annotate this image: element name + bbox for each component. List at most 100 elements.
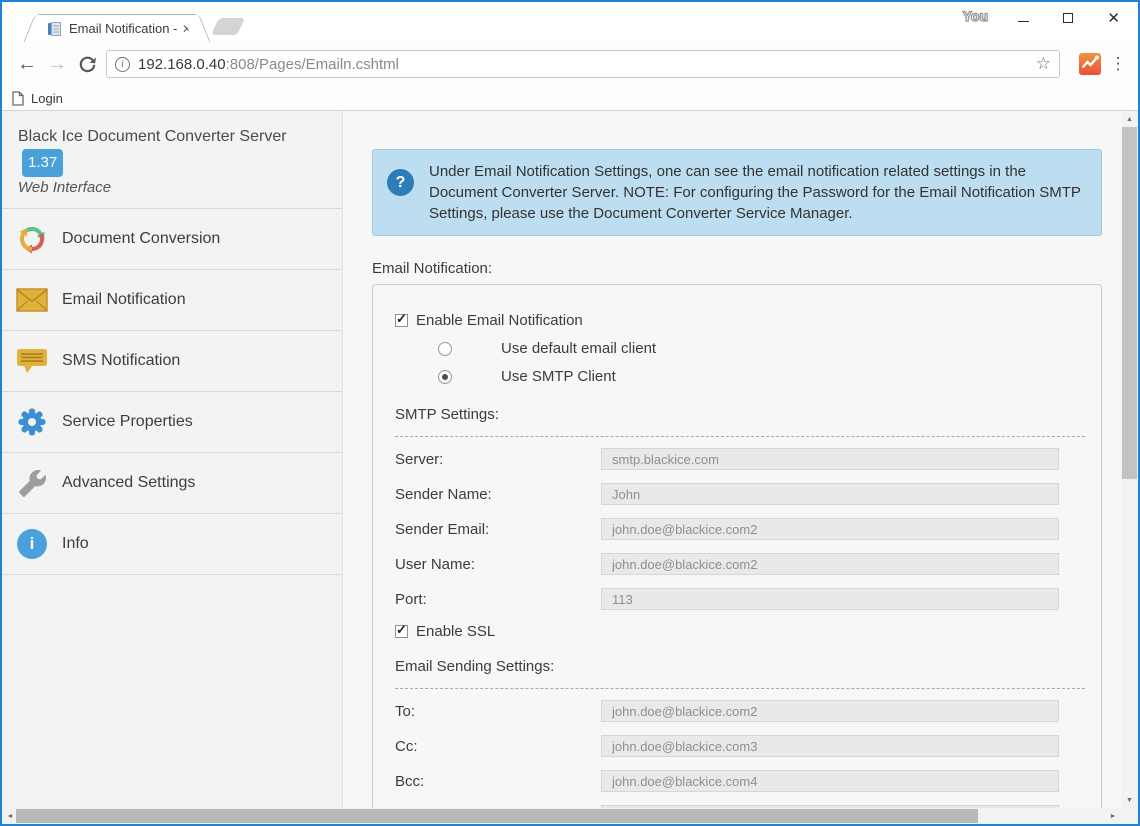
new-tab-button[interactable] bbox=[211, 18, 245, 35]
sidebar-item-label: Advanced Settings bbox=[62, 474, 195, 492]
page-icon bbox=[12, 91, 24, 106]
field-server: Server: bbox=[395, 448, 1077, 470]
field-label: Sender Name: bbox=[395, 486, 601, 503]
bookmark-login[interactable]: Login bbox=[12, 91, 63, 106]
bookmark-label: Login bbox=[31, 91, 63, 106]
bookmark-star-icon[interactable]: ☆ bbox=[1036, 54, 1051, 74]
field-cc: Cc: bbox=[395, 735, 1077, 757]
tab-favicon-icon bbox=[46, 21, 62, 37]
vertical-scrollbar[interactable]: ▲ ▼ bbox=[1121, 111, 1138, 808]
field-label: To: bbox=[395, 703, 601, 720]
radio-icon[interactable] bbox=[438, 370, 452, 384]
checkbox-icon[interactable] bbox=[395, 314, 408, 327]
sidebar-item-email-notification[interactable]: Email Notification bbox=[2, 270, 342, 331]
smtp-settings-heading: SMTP Settings: bbox=[395, 406, 1077, 423]
cc-input[interactable] bbox=[601, 735, 1059, 757]
info-box-text: Under Email Notification Settings, one c… bbox=[429, 163, 1081, 222]
sidebar-item-advanced-settings[interactable]: Advanced Settings bbox=[2, 453, 342, 514]
enable-ssl-checkbox[interactable]: Enable SSL bbox=[395, 623, 1077, 640]
radio-icon[interactable] bbox=[438, 342, 452, 356]
gear-icon bbox=[15, 406, 49, 438]
sidebar-item-sms-notification[interactable]: SMS Notification bbox=[2, 331, 342, 392]
field-label: User Name: bbox=[395, 556, 601, 573]
email-notification-panel: Enable Email Notification Use default em… bbox=[372, 284, 1102, 808]
chat-bubble-icon bbox=[15, 348, 49, 375]
field-sender-email: Sender Email: bbox=[395, 518, 1077, 540]
horizontal-scrollbar-thumb[interactable] bbox=[16, 809, 978, 823]
browser-window: Email Notification - Docu ✕ You ✕ ← → i … bbox=[0, 0, 1140, 826]
checkbox-label: Enable Email Notification bbox=[416, 312, 583, 329]
info-icon-glyph: i bbox=[17, 529, 47, 559]
sender-email-input[interactable] bbox=[601, 518, 1059, 540]
maximize-icon[interactable] bbox=[1063, 13, 1073, 23]
field-label: Bcc: bbox=[395, 773, 601, 790]
sidebar-item-label: Service Properties bbox=[62, 413, 193, 431]
field-to: To: bbox=[395, 700, 1077, 722]
to-input[interactable] bbox=[601, 700, 1059, 722]
close-icon[interactable]: ✕ bbox=[1107, 11, 1120, 26]
radio-default-email-client[interactable]: Use default email client bbox=[395, 340, 1077, 357]
app-subtitle: Web Interface bbox=[18, 179, 326, 196]
url-text[interactable]: 192.168.0.40:808/Pages/Emailn.cshtml bbox=[138, 56, 399, 73]
scroll-right-icon[interactable]: ► bbox=[1105, 808, 1121, 824]
sidebar-item-label: Email Notification bbox=[62, 291, 186, 309]
radio-smtp-client[interactable]: Use SMTP Client bbox=[395, 368, 1077, 385]
bcc-input[interactable] bbox=[601, 770, 1059, 792]
back-icon[interactable]: ← bbox=[12, 53, 42, 76]
profile-label[interactable]: You bbox=[963, 8, 988, 24]
url-path: :808/Pages/Emailn.cshtml bbox=[226, 56, 399, 73]
sender-name-input[interactable] bbox=[601, 483, 1059, 505]
scrollbar-corner bbox=[1121, 808, 1138, 824]
info-box: ? Under Email Notification Settings, one… bbox=[372, 149, 1102, 236]
port-input[interactable] bbox=[601, 588, 1059, 610]
page-info-icon[interactable]: i bbox=[115, 57, 130, 72]
minimize-icon[interactable] bbox=[1018, 21, 1029, 22]
email-sending-settings-heading: Email Sending Settings: bbox=[395, 658, 1077, 675]
scroll-down-icon[interactable]: ▼ bbox=[1121, 792, 1138, 808]
refresh-circular-icon bbox=[15, 223, 49, 255]
title-bar: Email Notification - Docu ✕ You ✕ bbox=[2, 2, 1138, 42]
sidebar: Black Ice Document Converter Server1.37 … bbox=[2, 111, 343, 808]
field-label: Port: bbox=[395, 591, 601, 608]
enable-email-checkbox[interactable]: Enable Email Notification bbox=[395, 312, 1077, 329]
sidebar-item-label: Info bbox=[62, 535, 89, 553]
field-user-name: User Name: bbox=[395, 553, 1077, 575]
browser-tab[interactable]: Email Notification - Docu ✕ bbox=[38, 14, 196, 42]
scroll-up-icon[interactable]: ▲ bbox=[1121, 111, 1138, 127]
app-title-text: Black Ice Document Converter Server bbox=[18, 128, 287, 145]
window-controls: ✕ bbox=[1018, 2, 1132, 34]
tab-close-icon[interactable]: ✕ bbox=[182, 22, 192, 36]
bookmarks-bar: Login bbox=[2, 86, 1138, 110]
section-label: Email Notification: bbox=[372, 260, 1102, 277]
sidebar-header: Black Ice Document Converter Server1.37 … bbox=[2, 111, 342, 209]
server-input[interactable] bbox=[601, 448, 1059, 470]
sidebar-item-document-conversion[interactable]: Document Conversion bbox=[2, 209, 342, 270]
envelope-icon bbox=[15, 288, 49, 312]
browser-toolbar: ← → i 192.168.0.40:808/Pages/Emailn.csht… bbox=[2, 42, 1138, 86]
field-port: Port: bbox=[395, 588, 1077, 610]
page-content: Black Ice Document Converter Server1.37 … bbox=[2, 111, 1138, 808]
version-badge: 1.37 bbox=[22, 149, 63, 177]
vertical-scrollbar-thumb[interactable] bbox=[1122, 127, 1137, 479]
url-host: 192.168.0.40 bbox=[138, 56, 226, 73]
sidebar-item-service-properties[interactable]: Service Properties bbox=[2, 392, 342, 453]
question-icon: ? bbox=[387, 169, 414, 196]
reload-icon[interactable] bbox=[72, 55, 102, 74]
user-name-input[interactable] bbox=[601, 553, 1059, 575]
forward-icon: → bbox=[42, 53, 72, 76]
field-bcc: Bcc: bbox=[395, 770, 1077, 792]
sidebar-item-info[interactable]: i Info bbox=[2, 514, 342, 575]
sidebar-item-label: Document Conversion bbox=[62, 230, 220, 248]
radio-label: Use SMTP Client bbox=[501, 368, 616, 385]
url-bar[interactable]: i 192.168.0.40:808/Pages/Emailn.cshtml ☆ bbox=[106, 50, 1060, 78]
horizontal-scrollbar[interactable]: ◄ ► bbox=[2, 808, 1138, 824]
field-label: Server: bbox=[395, 451, 601, 468]
checkbox-icon[interactable] bbox=[395, 625, 408, 638]
field-label: Cc: bbox=[395, 738, 601, 755]
sidebar-item-label: SMS Notification bbox=[62, 352, 180, 370]
divider bbox=[395, 436, 1085, 437]
checkbox-label: Enable SSL bbox=[416, 623, 495, 640]
browser-menu-icon[interactable]: ⋮ bbox=[1108, 54, 1128, 74]
radio-label: Use default email client bbox=[501, 340, 656, 357]
extension-icon[interactable] bbox=[1078, 52, 1102, 76]
